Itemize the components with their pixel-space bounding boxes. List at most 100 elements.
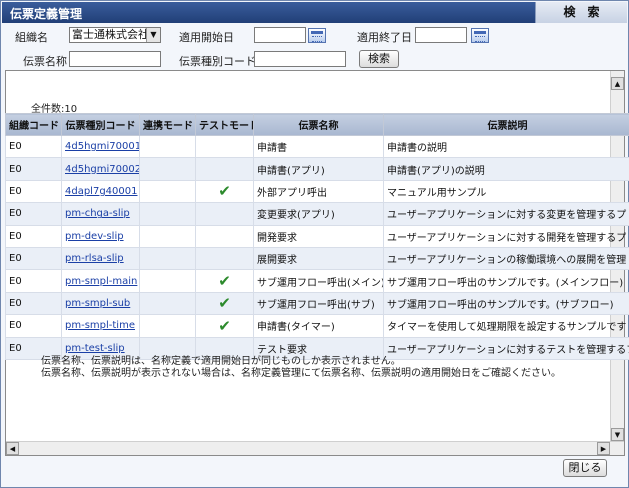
start-date-input[interactable] bbox=[254, 27, 306, 43]
slip-type-code-cell: pm-chga-slip bbox=[61, 202, 140, 226]
slip-name-cell: サブ運用フロー呼出(メイン) bbox=[253, 269, 384, 293]
org-label: 組織名 bbox=[15, 31, 48, 44]
end-date-input[interactable] bbox=[415, 27, 467, 43]
link-mode-cell bbox=[139, 134, 196, 159]
search-button[interactable]: 検索 bbox=[359, 50, 399, 68]
slip-code-link[interactable]: pm-smpl-main bbox=[65, 276, 137, 287]
checkmark-icon: ✔ bbox=[218, 182, 231, 201]
slip-name-cell: サブ運用フロー呼出(サブ) bbox=[253, 291, 384, 316]
col-header-slip-name[interactable]: 伝票名称 bbox=[253, 113, 384, 136]
checkmark-icon: ✔ bbox=[218, 272, 231, 291]
table-row[interactable]: E0 pm-smpl-sub ✔ サブ運用フロー呼出(サブ) サブ運用フロー呼出のサンプ… bbox=[5, 291, 629, 316]
note-line-2: 伝票名称、伝票説明が表示されない場合は、名称定義管理にて伝票名称、伝票説明の適用… bbox=[41, 368, 561, 379]
org-code-cell: E0 bbox=[5, 179, 62, 204]
org-select-value: 富士通株式会社 bbox=[72, 28, 149, 41]
slip-desc-cell: ユーザーアプリケーションの稼働環境への展開を管理 bbox=[383, 246, 629, 271]
org-code-cell: E0 bbox=[5, 134, 62, 159]
slip-code-link[interactable]: 4dapl7g40001 bbox=[65, 186, 138, 197]
test-mode-cell bbox=[195, 246, 254, 271]
test-mode-cell bbox=[195, 224, 254, 248]
horizontal-scrollbar[interactable]: ◀ ▶ bbox=[6, 441, 624, 455]
search-form: 組織名 富士通株式会社 ▼ 適用開始日 適用終了日 伝票名称 伝票種別コード 検… bbox=[1, 23, 628, 69]
col-header-slip-desc[interactable]: 伝票説明 bbox=[383, 113, 629, 136]
slip-name-cell: 開発要求 bbox=[253, 224, 384, 248]
chevron-down-icon[interactable]: ▼ bbox=[146, 28, 160, 42]
slip-code-link[interactable]: pm-smpl-time bbox=[65, 320, 135, 331]
col-header-test-mode[interactable]: テストモード bbox=[195, 113, 254, 136]
slip-code-link[interactable]: pm-smpl-sub bbox=[65, 298, 130, 309]
close-button[interactable]: 閉じる bbox=[563, 459, 607, 477]
slip-desc-cell: タイマーを使用して処理期限を設定するサンプルです bbox=[383, 314, 629, 338]
org-code-cell: E0 bbox=[5, 269, 62, 293]
end-date-label: 適用終了日 bbox=[357, 31, 412, 44]
scroll-up-icon[interactable]: ▲ bbox=[611, 77, 624, 90]
slip-code-link[interactable]: 4d5hgmi70001 bbox=[65, 141, 139, 152]
results-table: 組織コード 伝票種別コード 連携モード テストモード 伝票名称 伝票説明 E0 4… bbox=[5, 113, 629, 360]
link-mode-cell bbox=[139, 314, 196, 338]
test-mode-cell bbox=[195, 202, 254, 226]
slip-code-link[interactable]: 4d5hgmi70002 bbox=[65, 164, 139, 175]
start-date-label: 適用開始日 bbox=[179, 31, 234, 44]
slip-type-code-cell: pm-smpl-time bbox=[61, 314, 140, 338]
slip-desc-cell: ユーザーアプリケーションに対する変更を管理するプ bbox=[383, 202, 629, 226]
col-header-slip-type-code[interactable]: 伝票種別コード bbox=[61, 113, 140, 136]
slip-name-cell: 申請書(アプリ) bbox=[253, 157, 384, 181]
slip-type-code-cell: pm-smpl-sub bbox=[61, 291, 140, 316]
slip-type-label: 伝票種別コード bbox=[179, 55, 256, 68]
link-mode-cell bbox=[139, 291, 196, 316]
test-mode-cell: ✔ bbox=[195, 291, 254, 316]
test-mode-cell bbox=[195, 157, 254, 181]
checkmark-icon: ✔ bbox=[218, 294, 231, 313]
table-body: E0 4d5hgmi70001 申請書 申請書の説明 E0 4d5hgmi70002 申請書… bbox=[5, 134, 629, 360]
test-mode-cell: ✔ bbox=[195, 179, 254, 204]
slip-name-cell: 申請書 bbox=[253, 134, 384, 159]
slip-type-input[interactable] bbox=[254, 51, 346, 67]
scroll-left-icon[interactable]: ◀ bbox=[6, 442, 19, 455]
table-header-row: 組織コード 伝票種別コード 連携モード テストモード 伝票名称 伝票説明 bbox=[5, 113, 629, 136]
window: 伝票定義管理 検 索 組織名 富士通株式会社 ▼ 適用開始日 適用終了日 伝票名… bbox=[0, 0, 629, 488]
table-row[interactable]: E0 pm-dev-slip 開発要求 ユーザーアプリケーションに対する開発を管理する… bbox=[5, 224, 629, 248]
table-row[interactable]: E0 pm-smpl-time ✔ 申請書(タイマー) タイマーを使用して処理期限を設定… bbox=[5, 314, 629, 338]
table-row[interactable]: E0 4dapl7g40001 ✔ 外部アプリ呼出 マニュアル用サンプル bbox=[5, 179, 629, 204]
table-row[interactable]: E0 pm-chga-slip 変更要求(アプリ) ユーザーアプリケーションに対する変… bbox=[5, 202, 629, 226]
calendar-icon[interactable] bbox=[308, 28, 326, 43]
link-mode-cell bbox=[139, 179, 196, 204]
slip-name-input[interactable] bbox=[69, 51, 161, 67]
scroll-right-icon[interactable]: ▶ bbox=[597, 442, 610, 455]
col-header-org-code[interactable]: 組織コード bbox=[5, 113, 62, 136]
slip-code-link[interactable]: pm-dev-slip bbox=[65, 231, 124, 242]
search-tab[interactable]: 検 索 bbox=[535, 2, 627, 23]
slip-desc-cell: 申請書の説明 bbox=[383, 134, 629, 159]
table-row[interactable]: E0 4d5hgmi70001 申請書 申請書の説明 bbox=[5, 134, 629, 159]
col-header-link-mode[interactable]: 連携モード bbox=[139, 113, 196, 136]
table-row[interactable]: E0 4d5hgmi70002 申請書(アプリ) 申請書(アプリ)の説明 bbox=[5, 157, 629, 181]
title-bar: 伝票定義管理 検 索 bbox=[2, 2, 627, 23]
test-mode-cell bbox=[195, 134, 254, 159]
test-mode-cell: ✔ bbox=[195, 314, 254, 338]
checkmark-icon: ✔ bbox=[218, 316, 231, 335]
org-code-cell: E0 bbox=[5, 314, 62, 338]
calendar-icon[interactable] bbox=[471, 28, 489, 43]
link-mode-cell bbox=[139, 246, 196, 271]
slip-desc-cell: サブ運用フロー呼出のサンプルです。(メインフロー) bbox=[383, 269, 629, 293]
org-code-cell: E0 bbox=[5, 246, 62, 271]
slip-name-cell: 申請書(タイマー) bbox=[253, 314, 384, 338]
org-code-cell: E0 bbox=[5, 224, 62, 248]
table-row[interactable]: E0 pm-smpl-main ✔ サブ運用フロー呼出(メイン) サブ運用フロー呼出のサ… bbox=[5, 269, 629, 293]
slip-type-code-cell: pm-rlsa-slip bbox=[61, 246, 140, 271]
window-title: 伝票定義管理 bbox=[10, 7, 83, 21]
slip-code-link[interactable]: pm-chga-slip bbox=[65, 208, 130, 219]
link-mode-cell bbox=[139, 157, 196, 181]
slip-name-cell: 外部アプリ呼出 bbox=[253, 179, 384, 204]
slip-type-code-cell: 4dapl7g40001 bbox=[61, 179, 140, 204]
slip-desc-cell: サブ運用フロー呼出のサンプルです。(サブフロー) bbox=[383, 291, 629, 316]
slip-type-code-cell: pm-dev-slip bbox=[61, 224, 140, 248]
scroll-down-icon[interactable]: ▼ bbox=[611, 428, 624, 441]
slip-code-link[interactable]: pm-rlsa-slip bbox=[65, 253, 124, 264]
org-select[interactable]: 富士通株式会社 ▼ bbox=[69, 27, 161, 43]
org-code-cell: E0 bbox=[5, 202, 62, 226]
org-code-cell: E0 bbox=[5, 291, 62, 316]
slip-type-code-cell: 4d5hgmi70001 bbox=[61, 134, 140, 159]
table-row[interactable]: E0 pm-rlsa-slip 展開要求 ユーザーアプリケーションの稼働環境への展開を… bbox=[5, 246, 629, 271]
org-code-cell: E0 bbox=[5, 157, 62, 181]
